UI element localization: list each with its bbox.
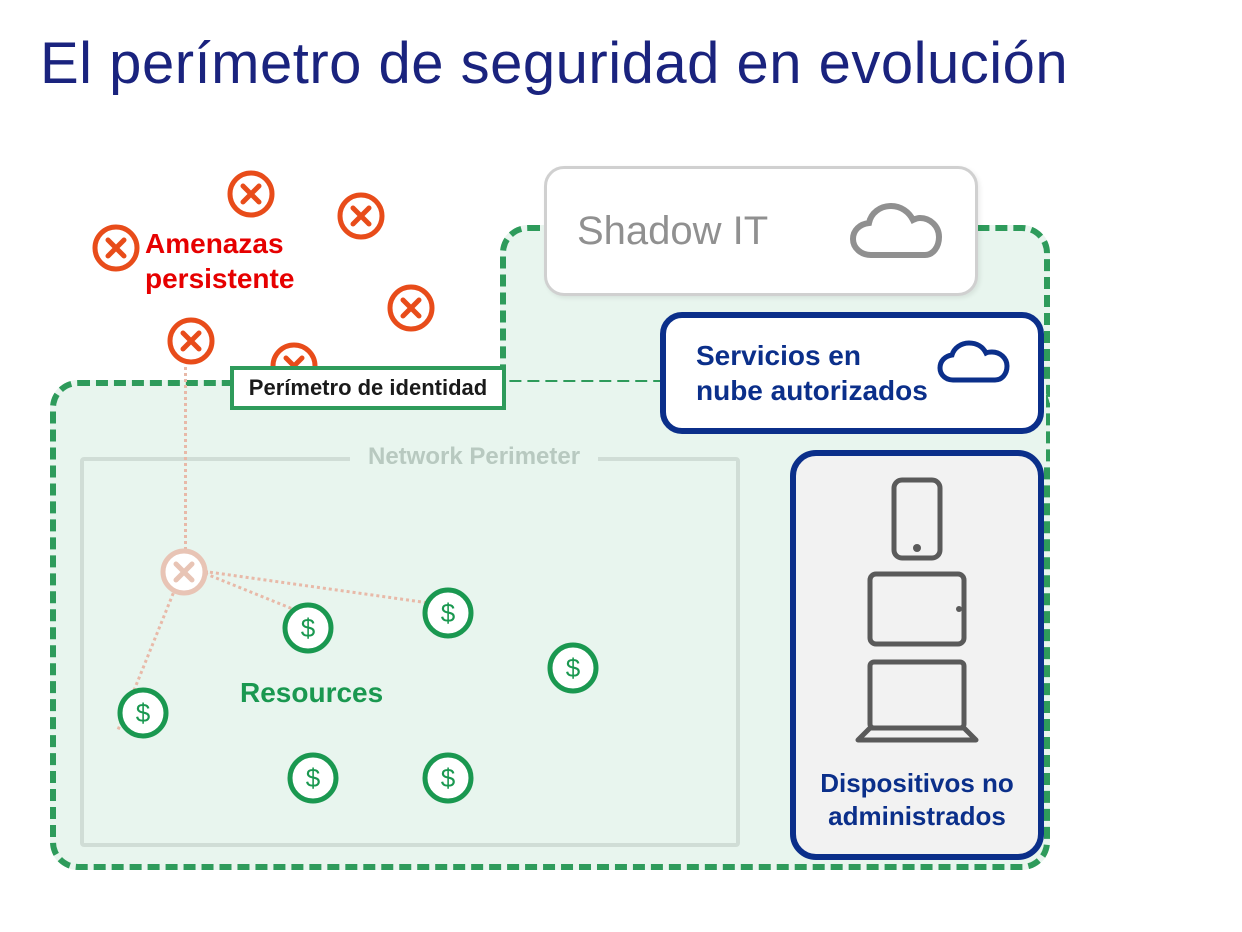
cloud-icon bbox=[935, 338, 1013, 391]
devices-line1: Dispositivos no bbox=[820, 768, 1014, 798]
unmanaged-devices-label: Dispositivos no administrados bbox=[796, 767, 1038, 832]
svg-text:$: $ bbox=[441, 763, 456, 793]
resource-icon: $ bbox=[420, 585, 476, 646]
threat-icon bbox=[335, 190, 387, 247]
identity-perimeter-label: Perímetro de identidad bbox=[230, 366, 506, 410]
svg-text:$: $ bbox=[566, 653, 581, 683]
threats-label: Amenazaspersistente bbox=[145, 226, 294, 296]
resource-icon: $ bbox=[420, 750, 476, 811]
shadow-it-box: Shadow IT bbox=[544, 166, 978, 296]
svg-text:$: $ bbox=[306, 763, 321, 793]
cloud-line1: Servicios en bbox=[696, 340, 861, 371]
authorized-cloud-services-label: Servicios en nube autorizados bbox=[696, 338, 928, 408]
resource-icon: $ bbox=[545, 640, 601, 701]
diagram-title: El perímetro de seguridad en evolución bbox=[40, 30, 1068, 97]
phone-icon bbox=[890, 476, 944, 562]
intrusion-node bbox=[158, 546, 210, 603]
resource-icon: $ bbox=[115, 685, 171, 746]
tablet-icon bbox=[866, 570, 968, 648]
threat-icon bbox=[165, 315, 217, 372]
authorized-cloud-services-box: Servicios en nube autorizados bbox=[660, 312, 1044, 434]
connector-line bbox=[184, 360, 187, 550]
cloud-icon bbox=[847, 201, 947, 268]
devices-line2: administrados bbox=[828, 801, 1006, 831]
svg-text:$: $ bbox=[136, 698, 151, 728]
svg-text:$: $ bbox=[441, 598, 456, 628]
threat-icon bbox=[90, 222, 142, 279]
unmanaged-devices-box: Dispositivos no administrados bbox=[790, 450, 1044, 860]
cloud-line2: nube autorizados bbox=[696, 375, 928, 406]
laptop-icon bbox=[850, 656, 984, 748]
threat-icon bbox=[225, 168, 277, 225]
shadow-it-label: Shadow IT bbox=[577, 209, 768, 254]
network-perimeter bbox=[80, 457, 740, 847]
resource-icon: $ bbox=[285, 750, 341, 811]
network-perimeter-label: Network Perimeter bbox=[350, 443, 598, 471]
resources-label: Resources bbox=[240, 677, 383, 709]
diagram-canvas: Shadow IT Perímetro de identidad Network… bbox=[0, 150, 1242, 932]
device-icons-group bbox=[850, 476, 984, 748]
resource-icon: $ bbox=[280, 600, 336, 661]
threat-icon bbox=[385, 282, 437, 339]
svg-text:$: $ bbox=[301, 613, 316, 643]
